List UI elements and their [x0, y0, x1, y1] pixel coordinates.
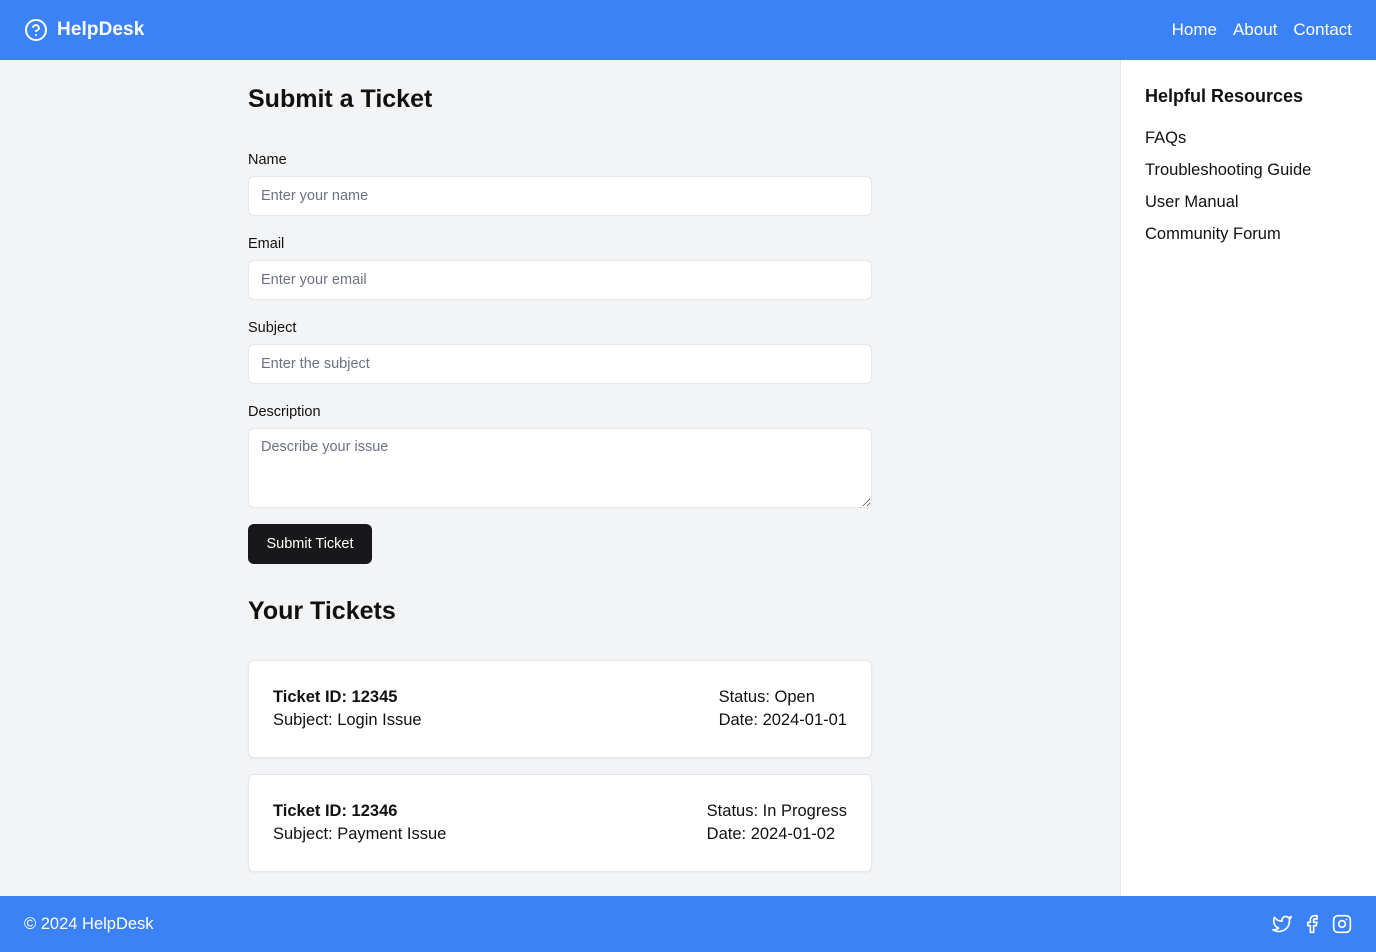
name-label: Name	[248, 152, 287, 168]
resource-list: FAQs Troubleshooting Guide User Manual C…	[1145, 128, 1352, 256]
facebook-icon[interactable]	[1302, 914, 1322, 934]
resource-link-user-manual[interactable]: User Manual	[1145, 193, 1239, 211]
copyright-text: © 2024 HelpDesk	[24, 914, 154, 933]
submit-ticket-button[interactable]: Submit Ticket	[248, 524, 372, 564]
ticket-card[interactable]: Ticket ID: 12346 Subject: Payment Issue …	[248, 774, 872, 872]
ticket-meta: Status: In Progress Date: 2024-01-02	[707, 802, 847, 844]
ticket-subject: Subject: Login Issue	[273, 711, 422, 729]
ticket-status: Status: Open	[718, 688, 815, 706]
ticket-info: Ticket ID: 12345 Subject: Login Issue	[273, 688, 422, 730]
sidebar-title: Helpful Resources	[1145, 86, 1304, 106]
email-label: Email	[248, 236, 285, 252]
nav-link-about[interactable]: About	[1233, 20, 1277, 40]
description-textarea[interactable]	[248, 428, 872, 508]
resource-link-community-forum[interactable]: Community Forum	[1145, 225, 1281, 243]
main-content: Submit a Ticket Name Email Subject Descr…	[0, 60, 1120, 896]
email-input[interactable]	[248, 260, 872, 300]
ticket-id: Ticket ID: 12345	[273, 688, 398, 706]
help-circle-icon	[24, 18, 48, 42]
subject-input[interactable]	[248, 344, 872, 384]
list-item: User Manual	[1145, 192, 1352, 224]
twitter-icon[interactable]	[1272, 914, 1292, 934]
instagram-icon[interactable]	[1332, 914, 1352, 934]
tickets-title: Your Tickets	[248, 597, 396, 625]
ticket-date: Date: 2024-01-02	[706, 825, 836, 843]
footer: © 2024 HelpDesk	[0, 896, 1376, 952]
brand[interactable]: HelpDesk	[24, 18, 144, 42]
ticket-subject: Subject: Payment Issue	[273, 825, 447, 843]
main-nav: Home About Contact	[1172, 20, 1352, 40]
resources-sidebar: Helpful Resources FAQs Troubleshooting G…	[1120, 60, 1376, 896]
top-navbar: HelpDesk Home About Contact	[0, 0, 1376, 60]
subject-label: Subject	[248, 320, 297, 336]
nav-link-home[interactable]: Home	[1172, 20, 1217, 40]
form-title: Submit a Ticket	[248, 85, 433, 113]
brand-name: HelpDesk	[57, 19, 145, 40]
ticket-meta: Status: Open Date: 2024-01-01	[719, 688, 847, 730]
name-input[interactable]	[248, 176, 872, 216]
list-item: Community Forum	[1145, 224, 1352, 256]
ticket-date: Date: 2024-01-01	[718, 711, 847, 729]
resource-link-troubleshooting[interactable]: Troubleshooting Guide	[1145, 161, 1311, 179]
list-item: Troubleshooting Guide	[1145, 160, 1352, 192]
nav-link-contact[interactable]: Contact	[1293, 20, 1352, 40]
ticket-status: Status: In Progress	[706, 802, 847, 820]
social-links	[1272, 914, 1352, 934]
ticket-id: Ticket ID: 12346	[273, 802, 398, 820]
ticket-info: Ticket ID: 12346 Subject: Payment Issue	[273, 802, 446, 844]
list-item: FAQs	[1145, 128, 1352, 160]
ticket-card[interactable]: Ticket ID: 12345 Subject: Login Issue St…	[248, 660, 872, 758]
description-label: Description	[248, 404, 321, 420]
resource-link-faqs[interactable]: FAQs	[1145, 129, 1186, 147]
